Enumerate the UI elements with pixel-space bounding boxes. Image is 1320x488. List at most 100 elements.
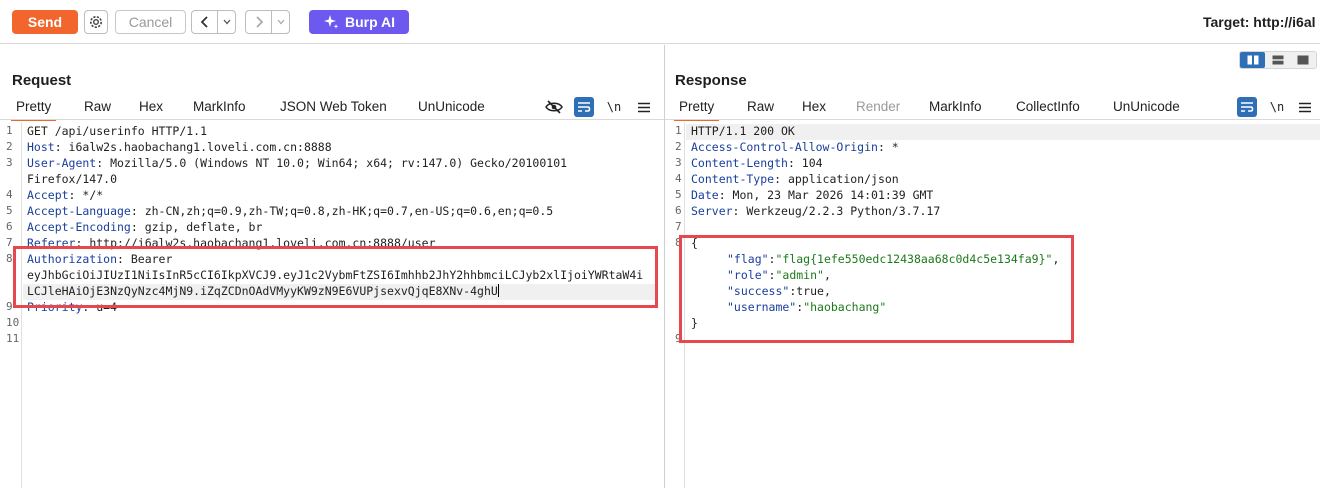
request-tab-json-web-token[interactable]: JSON Web Token [280,97,387,121]
response-tab-render[interactable]: Render [856,97,900,121]
chevron-left-icon [200,16,208,28]
burp-ai-button[interactable]: Burp AI [309,10,409,34]
request-line: GET /api/userinfo HTTP/1.1 [27,123,207,139]
request-tab-raw[interactable]: Raw [84,97,111,121]
target-label: Target: http://i6al [1203,14,1316,30]
response-editor[interactable]: 1 2 3 4 5 6 7 8 9 HTTP/1.1 200 OK Access… [665,122,1320,488]
gear-icon [90,16,102,28]
line-number: 8 [6,252,13,265]
header-value: : Mozilla/5.0 (Windows NT 10.0; Win64; x… [96,156,568,170]
response-line: Date: Mon, 23 Mar 2026 14:01:39 GMT [691,187,933,203]
line-number: 2 [675,140,682,153]
wrap-icon [578,102,591,112]
header-value: : i6alw2s.haobachang1.loveli.com.cn:8888 [54,140,332,154]
line-number: 10 [6,316,20,329]
request-tab-hex[interactable]: Hex [139,97,163,121]
response-line: Access-Control-Allow-Origin: * [691,139,899,155]
cancel-button[interactable]: Cancel [115,10,186,34]
header-key: Content-Type [691,172,775,186]
request-editor[interactable]: 1 2 3 4 5 6 7 8 9 10 11 GET /api/userinf… [0,122,664,488]
header-key: Server [691,204,733,218]
request-line: Firefox/147.0 [27,171,117,187]
request-line: Host: i6alw2s.haobachang1.loveli.com.cn:… [27,139,332,155]
request-line: Accept-Language: zh-CN,zh;q=0.9,zh-TW;q=… [27,203,553,219]
columns-icon [1247,55,1259,65]
layout-stacked-button[interactable] [1265,52,1290,68]
burp-ai-label: Burp AI [344,14,396,30]
header-value: : zh-CN,zh;q=0.9,zh-TW;q=0.8,zh-HK;q=0.7… [130,204,554,218]
send-button[interactable]: Send [12,10,78,34]
wrap-toggle-button[interactable] [574,97,594,117]
header-key: User-Agent [27,156,97,170]
header-key: Date [691,188,719,202]
forward-button[interactable] [246,11,272,33]
response-tabs: Pretty Raw Hex Render MarkInfo CollectIn… [665,97,1320,121]
chevron-right-icon [255,16,263,28]
forward-history-dropdown[interactable] [272,11,289,33]
response-tab-raw[interactable]: Raw [747,97,774,121]
response-tab-pretty[interactable]: Pretty [674,97,720,121]
newline-icon: \n [1269,100,1285,114]
back-history-dropdown[interactable] [218,11,235,33]
line-number: 5 [6,204,13,217]
line-number: 4 [6,188,13,201]
line-number: 7 [6,236,13,249]
response-tab-ununicode[interactable]: UnUnicode [1113,97,1180,121]
eye-slash-icon [545,100,563,114]
response-line: Content-Type: application/json [691,171,899,187]
line-number: 7 [675,220,682,233]
request-menu-button[interactable] [634,97,654,117]
status-line: HTTP/1.1 200 OK [691,124,795,138]
response-line: Content-Length: 104 [691,155,823,171]
request-tab-markinfo[interactable]: MarkInfo [193,97,246,121]
request-line-text: GET /api/userinfo HTTP/1.1 [27,124,208,138]
settings-button[interactable] [84,10,108,34]
request-tabs-underline [0,119,664,120]
header-key: Access-Control-Allow-Origin [691,140,878,154]
line-number: 3 [6,156,13,169]
layout-side-by-side-button[interactable] [1240,52,1266,68]
layout-tabbed-button[interactable] [1291,52,1316,68]
header-key: Content-Length [691,156,788,170]
json-highlight-box [679,235,1074,343]
line-number: 3 [675,156,682,169]
header-value: : 104 [787,156,823,170]
newline-toggle-button[interactable]: \n [1267,97,1287,117]
newline-icon: \n [606,100,622,114]
response-tab-hex[interactable]: Hex [802,97,826,121]
request-line: Accept: */* [27,187,103,203]
line-number: 11 [6,332,20,345]
response-title: Response [675,72,747,89]
response-tab-markinfo[interactable]: MarkInfo [929,97,982,121]
line-number: 2 [6,140,13,153]
header-key: Accept [27,188,69,202]
request-line: User-Agent: Mozilla/5.0 (Windows NT 10.0… [27,155,567,171]
window-icon [1297,55,1309,65]
request-tab-ununicode[interactable]: UnUnicode [418,97,485,121]
line-number: 1 [675,124,682,137]
line-number: 9 [6,300,13,313]
line-number: 6 [6,220,13,233]
response-line: HTTP/1.1 200 OK [691,123,795,139]
header-key: Accept-Encoding [27,220,131,234]
response-menu-button[interactable] [1295,97,1315,117]
hamburger-icon [1299,102,1311,112]
layout-toggle [1239,51,1317,69]
chevron-down-icon [277,19,284,25]
wrap-icon [1241,102,1254,112]
header-value: Firefox/147.0 [27,172,118,186]
hide-nonprintable-button[interactable] [544,97,564,117]
newline-toggle-button[interactable]: \n [604,97,624,117]
back-button[interactable] [192,11,218,33]
header-value: : Werkzeug/2.2.3 Python/3.7.17 [732,204,941,218]
header-value: : gzip, deflate, br [130,220,263,234]
wrap-toggle-button[interactable] [1237,97,1257,117]
request-tab-pretty[interactable]: Pretty [11,97,57,121]
chevron-down-icon [223,19,230,25]
response-line: Server: Werkzeug/2.2.3 Python/3.7.17 [691,203,940,219]
response-tab-collectinfo[interactable]: CollectInfo [1016,97,1080,121]
request-tabs: Pretty Raw Hex MarkInfo JSON Web Token U… [0,97,664,121]
header-value: : */* [68,188,104,202]
request-line: Accept-Encoding: gzip, deflate, br [27,219,262,235]
request-title: Request [12,72,72,89]
